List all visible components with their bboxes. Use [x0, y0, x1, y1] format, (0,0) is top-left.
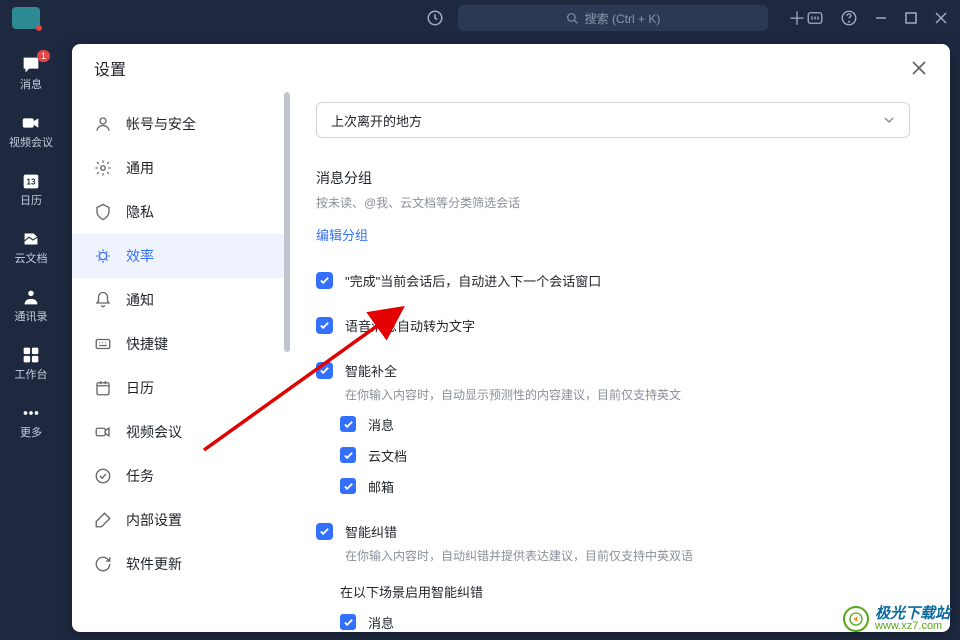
- sidebar-item-messages[interactable]: 1 消息: [0, 48, 62, 98]
- checkbox[interactable]: [340, 478, 356, 494]
- svg-text:13: 13: [26, 178, 36, 187]
- watermark-title: 极光下载站: [875, 606, 950, 621]
- app-sidebar: 1 消息 视频会议 13 日历 云文档 通讯录 工作台 更多: [0, 36, 62, 640]
- nav-label: 隐私: [126, 202, 154, 222]
- sidebar-item-label: 消息: [20, 76, 42, 92]
- checkbox[interactable]: [316, 272, 333, 289]
- nav-calendar[interactable]: 日历: [72, 366, 284, 410]
- sidebar-item-calendar[interactable]: 13 日历: [0, 164, 62, 214]
- sidebar-item-label: 日历: [20, 192, 42, 208]
- check-label: 云文档: [368, 446, 407, 465]
- history-icon[interactable]: [426, 9, 444, 27]
- edit-group-link[interactable]: 编辑分组: [316, 225, 368, 244]
- nav-update[interactable]: 软件更新: [72, 542, 284, 586]
- check-label: 智能纠错: [345, 522, 693, 541]
- nav-tasks[interactable]: 任务: [72, 454, 284, 498]
- startup-dropdown[interactable]: 上次离开的地方: [316, 102, 910, 138]
- nav-label: 软件更新: [126, 554, 182, 574]
- nav-label: 帐号与安全: [126, 114, 196, 134]
- watermark: 极光下载站 www.xz7.com: [843, 606, 950, 632]
- check-cr-msg: 消息: [340, 613, 910, 632]
- sidebar-item-docs[interactable]: 云文档: [0, 222, 62, 272]
- check-label: 语音消息自动转为文字: [345, 316, 475, 335]
- section-sub-group: 按未读、@我、云文档等分类筛选会话: [316, 194, 910, 211]
- sidebar-item-label: 视频会议: [9, 134, 53, 150]
- nav-label: 效率: [126, 246, 154, 266]
- sidebar-item-more[interactable]: 更多: [0, 396, 62, 446]
- nav-label: 通用: [126, 158, 154, 178]
- sidebar-item-label: 工作台: [15, 366, 48, 382]
- check-auto-next: "完成"当前会话后，自动进入下一个会话窗口: [316, 271, 910, 290]
- check-smart-correct: 智能纠错 在你输入内容时，自动纠错并提供表达建议，目前仅支持中英双语: [316, 522, 910, 564]
- chevron-down-icon: [883, 114, 895, 126]
- nav-label: 任务: [126, 466, 154, 486]
- panel-title: 设置: [94, 56, 126, 80]
- plus-icon[interactable]: ＋: [788, 5, 806, 31]
- close-icon[interactable]: [910, 59, 928, 77]
- check-sc-doc: 云文档: [340, 446, 910, 465]
- app-logo[interactable]: [12, 7, 40, 29]
- nav-label: 日历: [126, 378, 154, 398]
- nav-general[interactable]: 通用: [72, 146, 284, 190]
- check-sc-mail: 邮箱: [340, 477, 910, 496]
- search-input[interactable]: 搜索 (Ctrl + K): [458, 5, 768, 31]
- settings-nav: 帐号与安全 通用 隐私 效率 通知 快捷键: [72, 92, 284, 632]
- check-label: "完成"当前会话后，自动进入下一个会话窗口: [345, 271, 601, 290]
- sidebar-item-workbench[interactable]: 工作台: [0, 338, 62, 388]
- panel-header: 设置: [72, 44, 950, 92]
- checkbox[interactable]: [340, 447, 356, 463]
- check-desc: 在你输入内容时，自动显示预测性的内容建议，目前仅支持英文: [345, 386, 681, 403]
- close-window-icon[interactable]: [934, 11, 948, 25]
- nav-notification[interactable]: 通知: [72, 278, 284, 322]
- badge: 1: [37, 50, 50, 62]
- checkbox[interactable]: [340, 614, 356, 630]
- ai-icon[interactable]: [806, 9, 824, 27]
- sidebar-item-label: 云文档: [15, 250, 48, 266]
- minimize-icon[interactable]: [874, 11, 888, 25]
- nav-account[interactable]: 帐号与安全: [72, 102, 284, 146]
- title-bar: 搜索 (Ctrl + K) ＋: [0, 0, 960, 36]
- maximize-icon[interactable]: [904, 11, 918, 25]
- nav-label: 视频会议: [126, 422, 182, 442]
- search-placeholder: 搜索 (Ctrl + K): [585, 10, 661, 27]
- nav-label: 通知: [126, 290, 154, 310]
- nav-internal[interactable]: 内部设置: [72, 498, 284, 542]
- check-label: 智能补全: [345, 361, 681, 380]
- nav-label: 内部设置: [126, 510, 182, 530]
- check-label: 消息: [368, 415, 394, 434]
- check-smart-complete: 智能补全 在你输入内容时，自动显示预测性的内容建议，目前仅支持英文: [316, 361, 910, 403]
- settings-panel: 设置 帐号与安全 通用 隐私 效率 通: [72, 44, 950, 632]
- nav-efficiency[interactable]: 效率: [72, 234, 284, 278]
- sidebar-item-label: 通讯录: [15, 308, 48, 324]
- sidebar-item-contacts[interactable]: 通讯录: [0, 280, 62, 330]
- check-desc: 在你输入内容时，自动纠错并提供表达建议，目前仅支持中英双语: [345, 547, 693, 564]
- check-label: 邮箱: [368, 477, 394, 496]
- check-voice-to-text: 语音消息自动转为文字: [316, 316, 910, 335]
- watermark-logo: [843, 606, 869, 632]
- check-sc-msg: 消息: [340, 415, 910, 434]
- nav-video-conf[interactable]: 视频会议: [72, 410, 284, 454]
- sidebar-item-label: 更多: [20, 424, 42, 440]
- settings-content: 上次离开的地方 消息分组 按未读、@我、云文档等分类筛选会话 编辑分组 "完成"…: [284, 92, 950, 632]
- correct-note: 在以下场景启用智能纠错: [340, 582, 910, 601]
- nav-shortcuts[interactable]: 快捷键: [72, 322, 284, 366]
- sidebar-item-video[interactable]: 视频会议: [0, 106, 62, 156]
- nav-privacy[interactable]: 隐私: [72, 190, 284, 234]
- section-title-group: 消息分组: [316, 168, 910, 188]
- checkbox[interactable]: [316, 362, 333, 379]
- checkbox[interactable]: [316, 523, 333, 540]
- watermark-url: www.xz7.com: [875, 621, 950, 632]
- help-icon[interactable]: [840, 9, 858, 27]
- checkbox[interactable]: [340, 416, 356, 432]
- dropdown-value: 上次离开的地方: [331, 111, 422, 130]
- check-label: 消息: [368, 613, 394, 632]
- nav-label: 快捷键: [126, 334, 168, 354]
- checkbox[interactable]: [316, 317, 333, 334]
